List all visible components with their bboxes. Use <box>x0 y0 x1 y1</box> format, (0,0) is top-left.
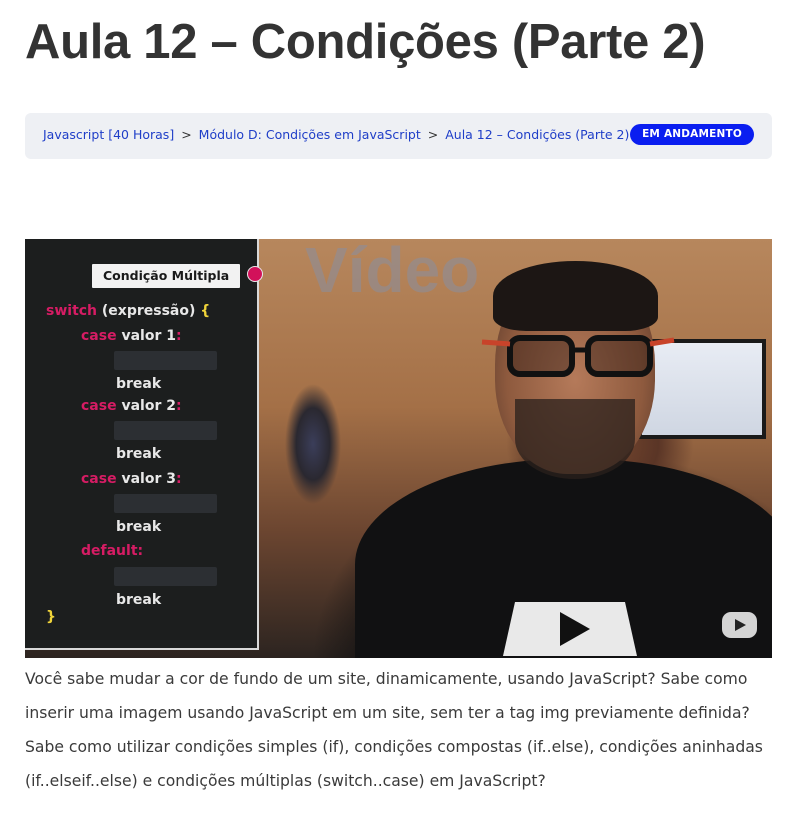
code-line-default: default: <box>81 543 144 559</box>
lesson-description: Você sabe mudar a cor de fundo de um sit… <box>25 670 763 790</box>
code-placeholder-slot <box>114 421 217 440</box>
play-icon[interactable] <box>721 611 758 639</box>
code-line-case-1: case valor 1: <box>81 328 182 344</box>
code-placeholder-slot <box>114 351 217 370</box>
breadcrumb: Javascript [40 Horas] > Módulo D: Condiç… <box>43 127 629 142</box>
breadcrumb-separator: > <box>427 127 439 142</box>
code-line-break: break <box>116 519 162 535</box>
breadcrumb-module-link[interactable]: Módulo D: Condições em JavaScript <box>199 127 421 142</box>
page-title: Aula 12 – Condições (Parte 2) <box>25 15 706 69</box>
code-line-case-3: case valor 3: <box>81 471 182 487</box>
code-line-close-brace: } <box>46 609 56 625</box>
code-line-switch: switch (expressão) { <box>46 303 211 319</box>
status-badge: EM ANDAMENTO <box>630 124 754 145</box>
breadcrumb-course-link[interactable]: Javascript [40 Horas] <box>43 127 174 142</box>
code-panel: Condição Múltipla switch (expressão) { c… <box>25 239 263 650</box>
background-figurine <box>283 369 343 519</box>
glasses-icon <box>481 335 675 377</box>
breadcrumb-separator: > <box>181 127 192 142</box>
code-line-break: break <box>116 376 162 392</box>
code-line-case-2: case valor 2: <box>81 398 182 414</box>
lesson-video[interactable]: Vídeo Condição Múltipla switch (expressã… <box>25 239 772 658</box>
code-placeholder-slot <box>114 567 217 586</box>
code-line-break: break <box>116 446 162 462</box>
wall-sign: Vídeo <box>305 239 480 306</box>
panel-label: Condição Múltipla <box>92 264 241 288</box>
presenter-hair <box>493 261 658 331</box>
record-dot-icon <box>247 266 263 282</box>
code-placeholder-slot <box>114 494 217 513</box>
code-line-break: break <box>116 592 162 608</box>
shirt-logo-icon <box>503 602 637 656</box>
breadcrumb-bar: Javascript [40 Horas] > Módulo D: Condiç… <box>25 113 772 159</box>
presenter-beard <box>515 399 635 479</box>
breadcrumb-lesson-link[interactable]: Aula 12 – Condições (Parte 2) <box>445 127 629 142</box>
